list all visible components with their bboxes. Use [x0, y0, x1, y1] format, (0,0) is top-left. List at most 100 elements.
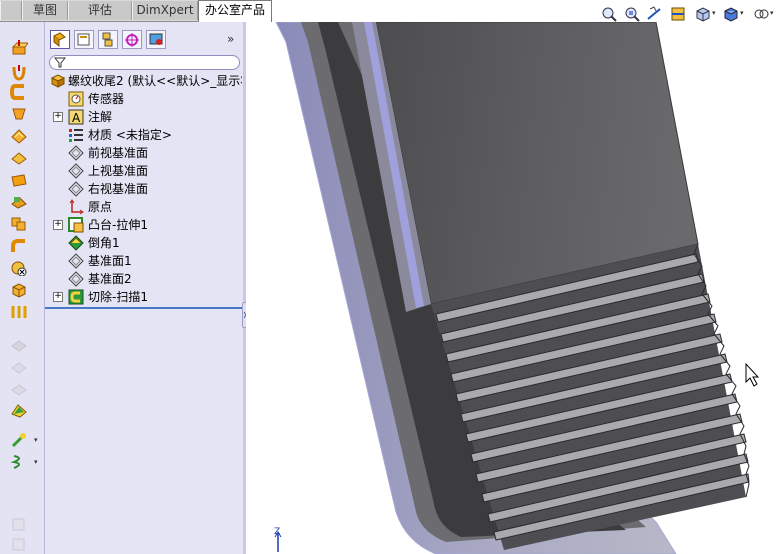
- previous-view-icon[interactable]: [646, 5, 664, 23]
- feature-manager-panel: » 螺纹收尾2 (默认<<默认>_显示状态 1>) 传感器 + A 注解 材质 …: [45, 22, 243, 554]
- tree-item-chamfer[interactable]: 倒角1: [45, 234, 243, 252]
- tab-evaluate[interactable]: 评估: [68, 1, 132, 20]
- features-toolbar: ▾ ▾: [0, 22, 45, 554]
- hide-show-dropdown-icon[interactable]: ▾: [770, 9, 774, 17]
- tree-item-sweep-cut[interactable]: + 切除-扫描1: [45, 288, 243, 306]
- sensor-icon: [68, 91, 84, 107]
- view-cube-icon: [10, 536, 28, 552]
- tree-item-label: 基准面2: [88, 272, 132, 286]
- lofted-boss-icon[interactable]: [10, 106, 28, 122]
- revolved-boss-icon[interactable]: [10, 65, 28, 81]
- zoom-to-fit-icon[interactable]: [600, 5, 618, 23]
- helix-dropdown-icon[interactable]: ▾: [34, 458, 38, 466]
- threaded-part-model: [274, 22, 760, 554]
- tree-item-boss-extrude[interactable]: + 凸台-拉伸1: [45, 216, 243, 234]
- material-icon: [69, 129, 83, 142]
- wrap-icon[interactable]: [10, 304, 28, 320]
- curves-icon[interactable]: [10, 432, 28, 448]
- plane-icon: [68, 145, 84, 161]
- helix-icon[interactable]: [10, 454, 28, 470]
- part-icon: [50, 74, 66, 88]
- svg-text:A: A: [72, 111, 81, 125]
- tree-item-label: 传感器: [88, 92, 125, 106]
- tree-item-label: 材质 <未指定>: [88, 128, 172, 142]
- tree-item-sensors[interactable]: 传感器: [45, 90, 243, 108]
- view-orientation-dropdown-icon[interactable]: ▾: [712, 9, 716, 17]
- tree-item-label: 前视基准面: [88, 146, 149, 160]
- tree-item-label: 上视基准面: [88, 164, 149, 178]
- section-view-icon[interactable]: [669, 5, 687, 23]
- display-icon: [149, 33, 163, 45]
- tree-item-plane2[interactable]: 基准面2: [45, 270, 243, 288]
- rollback-bar[interactable]: [45, 307, 243, 309]
- tree-item-label: 凸台-拉伸1: [88, 218, 148, 232]
- property-manager-tab[interactable]: [74, 30, 94, 49]
- chamfer-tool-icon[interactable]: [10, 150, 28, 166]
- tab-dimxpert[interactable]: DimXpert: [132, 1, 198, 20]
- configuration-manager-tab[interactable]: [98, 30, 118, 49]
- sweep-tool-icon[interactable]: [10, 238, 28, 254]
- extrude-icon: [68, 217, 84, 233]
- tree-item-origin[interactable]: 原点: [45, 198, 243, 216]
- feature-filter-input[interactable]: [49, 55, 240, 70]
- feature-tree-tab[interactable]: [50, 30, 70, 49]
- delete-feature-icon[interactable]: [10, 260, 28, 276]
- filter-icon: [54, 57, 66, 68]
- expand-toggle[interactable]: +: [53, 220, 63, 230]
- graphics-viewport[interactable]: Z: [246, 22, 784, 554]
- extruded-boss-icon[interactable]: [10, 40, 28, 56]
- tree-item-annotations[interactable]: + A 注解: [45, 108, 243, 126]
- instant3d-icon: [10, 516, 28, 532]
- expand-toggle[interactable]: +: [53, 112, 63, 122]
- swept-boss-icon[interactable]: [10, 84, 28, 100]
- property-icon: [77, 33, 90, 46]
- feature-tree-icon: [53, 32, 66, 48]
- zoom-to-area-icon[interactable]: [623, 5, 641, 23]
- hide-show-items-icon[interactable]: [752, 5, 770, 23]
- dimxpert-manager-tab[interactable]: [122, 30, 142, 49]
- tree-item-label: 基准面1: [88, 254, 132, 268]
- display-style-dropdown-icon[interactable]: ▾: [740, 9, 744, 17]
- chamfer-icon: [68, 235, 84, 251]
- curves-dropdown-icon[interactable]: ▾: [34, 436, 38, 444]
- tree-item-right-plane[interactable]: 右视基准面: [45, 180, 243, 198]
- heads-up-view-toolbar: ▾ ▾ ▾: [600, 5, 784, 27]
- sweep-cut-icon: [68, 289, 84, 305]
- tree-item-label: 螺纹收尾2 (默认<<默认>_显示状态 1>): [68, 74, 242, 88]
- mouse-pointer-icon: [745, 362, 760, 387]
- triad-z-label: Z: [274, 527, 281, 537]
- plane-icon: [68, 253, 84, 269]
- rib-icon[interactable]: [10, 172, 28, 188]
- tree-item-label: 右视基准面: [88, 182, 149, 196]
- box-feature-icon[interactable]: [10, 282, 28, 298]
- tree-item-label: 注解: [88, 110, 113, 124]
- reference-geometry-icon: [10, 338, 28, 354]
- tree-item-front-plane[interactable]: 前视基准面: [45, 144, 243, 162]
- tree-item-material[interactable]: 材质 <未指定>: [45, 126, 243, 144]
- annotation-icon: A: [68, 109, 84, 125]
- tree-item-top-plane[interactable]: 上视基准面: [45, 162, 243, 180]
- plane-icon: [68, 271, 84, 287]
- tree-item-label: 原点: [88, 200, 113, 214]
- tree-item-label: 切除-扫描1: [88, 290, 148, 304]
- surface-icon[interactable]: [10, 402, 28, 418]
- shell-icon[interactable]: [10, 194, 28, 210]
- reference-axis-icon: [10, 382, 28, 398]
- tab-office-products[interactable]: 办公室产品: [198, 0, 272, 22]
- feature-manager-tabs: »: [45, 28, 243, 50]
- tree-item-plane1[interactable]: 基准面1: [45, 252, 243, 270]
- tab-overflow-left[interactable]: [0, 1, 22, 20]
- tab-bar: 草图 评估 DimXpert 办公室产品: [0, 0, 272, 22]
- display-manager-tab[interactable]: [146, 30, 166, 49]
- expand-toggle[interactable]: +: [53, 292, 63, 302]
- tree-item-label: 倒角1: [88, 236, 120, 250]
- fillet-icon[interactable]: [10, 128, 28, 144]
- plane-icon: [68, 181, 84, 197]
- more-tabs-button[interactable]: »: [227, 32, 234, 46]
- linear-pattern-icon[interactable]: [10, 216, 28, 232]
- dimxpert-icon: [125, 33, 139, 47]
- tree-item-part-root[interactable]: 螺纹收尾2 (默认<<默认>_显示状态 1>): [45, 72, 243, 90]
- view-orientation-icon[interactable]: [694, 5, 712, 23]
- display-style-icon[interactable]: [722, 5, 740, 23]
- tab-sketch[interactable]: 草图: [22, 1, 68, 20]
